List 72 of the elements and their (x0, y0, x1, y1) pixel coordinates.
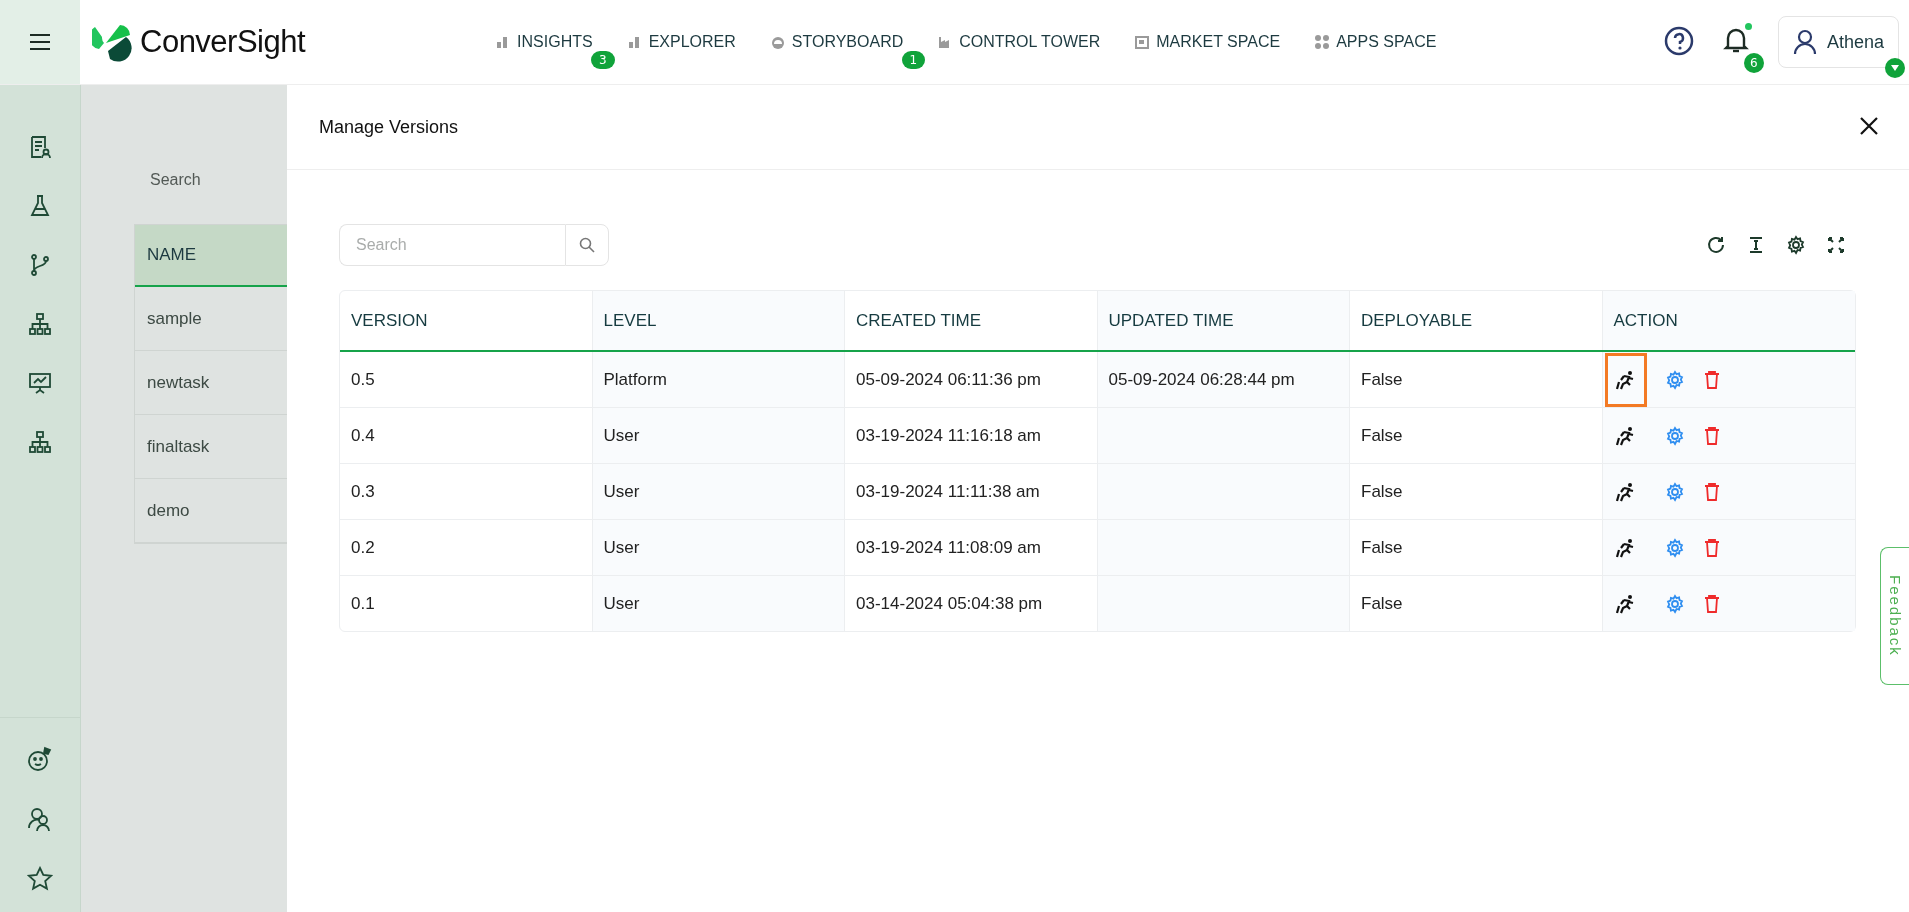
column-header: LEVEL (592, 291, 845, 350)
table-cell: Platform (592, 352, 845, 407)
hierarchy-icon[interactable] (28, 430, 52, 454)
table-cell: 03-19-2024 11:16:18 am (845, 408, 1098, 463)
table-cell: False (1350, 576, 1603, 631)
trash-icon[interactable] (1702, 369, 1721, 390)
settings-icon[interactable] (1786, 235, 1806, 255)
table-cell: 0.2 (340, 520, 593, 575)
refresh-icon[interactable] (1706, 235, 1726, 255)
users-icon[interactable] (27, 806, 53, 832)
bot-face-icon[interactable] (27, 746, 53, 772)
table-cell: False (1350, 520, 1603, 575)
search-field[interactable]: Search (134, 160, 287, 200)
flask-icon[interactable] (28, 194, 52, 218)
table-cell: User (592, 464, 845, 519)
table-cell: 03-19-2024 11:08:09 am (845, 520, 1098, 575)
search-field[interactable]: Search (339, 224, 565, 266)
storefront-icon (1134, 34, 1151, 50)
count-badge: 6 (1743, 53, 1764, 73)
column-header: NAME (135, 225, 287, 287)
brand-name: ConverSight (140, 24, 306, 60)
table-cell: User (592, 520, 845, 575)
menu-icon (29, 33, 51, 51)
presentation-chart-icon[interactable] (28, 371, 52, 395)
column-header: UPDATED TIME (1097, 291, 1350, 350)
nav-link[interactable]: STORYBOARD (769, 33, 904, 51)
table-cell: False (1350, 408, 1603, 463)
column-header: VERSION (340, 291, 593, 350)
table-cell: User (592, 408, 845, 463)
column-header: DEPLOYABLE (1350, 291, 1603, 350)
running-person-icon (1615, 537, 1636, 558)
search-icon[interactable] (579, 237, 595, 253)
count-badge: 3 (591, 51, 615, 69)
nav-link[interactable]: CONTROL TOWER (937, 33, 1101, 51)
dialog-title: Manage Versions (319, 116, 459, 138)
table-cell: 0.4 (340, 408, 593, 463)
hierarchy-icon[interactable] (28, 312, 52, 336)
star-icon[interactable] (27, 866, 53, 892)
table-cell: 05-09-2024 06:28:44 pm (1097, 352, 1350, 407)
run-button[interactable] (1604, 352, 1647, 407)
table-cell: 0.3 (340, 464, 593, 519)
fullscreen-icon[interactable] (1826, 235, 1846, 255)
grid-dots-icon (1314, 34, 1331, 50)
table-cell: 03-19-2024 11:11:38 am (845, 464, 1098, 519)
table-cell: False (1350, 464, 1603, 519)
table-cell: 0.1 (340, 576, 593, 631)
gauge-icon (769, 34, 786, 50)
column-header: CREATED TIME (845, 291, 1098, 350)
nav-link[interactable]: MARKET SPACE (1134, 33, 1281, 51)
running-person-icon (1615, 593, 1636, 614)
table-cell: 03-14-2024 05:04:38 pm (845, 576, 1098, 631)
table-cell: 0.5 (340, 352, 593, 407)
document-person-icon[interactable] (28, 135, 52, 159)
branch-icon[interactable] (28, 253, 52, 277)
running-person-icon (1615, 425, 1636, 446)
count-badge: 1 (901, 51, 926, 69)
table-cell: False (1350, 352, 1603, 407)
table-cell: 05-09-2024 06:11:36 pm (845, 352, 1098, 407)
column-header: ACTION (1602, 291, 1855, 350)
user-icon (1792, 29, 1817, 55)
running-person-icon (1615, 369, 1636, 390)
nav-link[interactable]: APPS SPACE (1314, 33, 1437, 51)
trash-icon[interactable] (1702, 537, 1721, 558)
trash-icon[interactable] (1702, 481, 1721, 502)
caret-icon[interactable] (1885, 58, 1905, 78)
trash-icon[interactable] (1702, 593, 1721, 614)
nav-link[interactable]: EXPLORER (626, 33, 736, 51)
nav-link[interactable]: INSIGHTS (495, 33, 593, 51)
running-person-icon (1615, 481, 1636, 502)
user-menu-button[interactable]: Athena (1777, 16, 1899, 68)
trash-icon[interactable] (1702, 425, 1721, 446)
table-cell: User (592, 576, 845, 631)
